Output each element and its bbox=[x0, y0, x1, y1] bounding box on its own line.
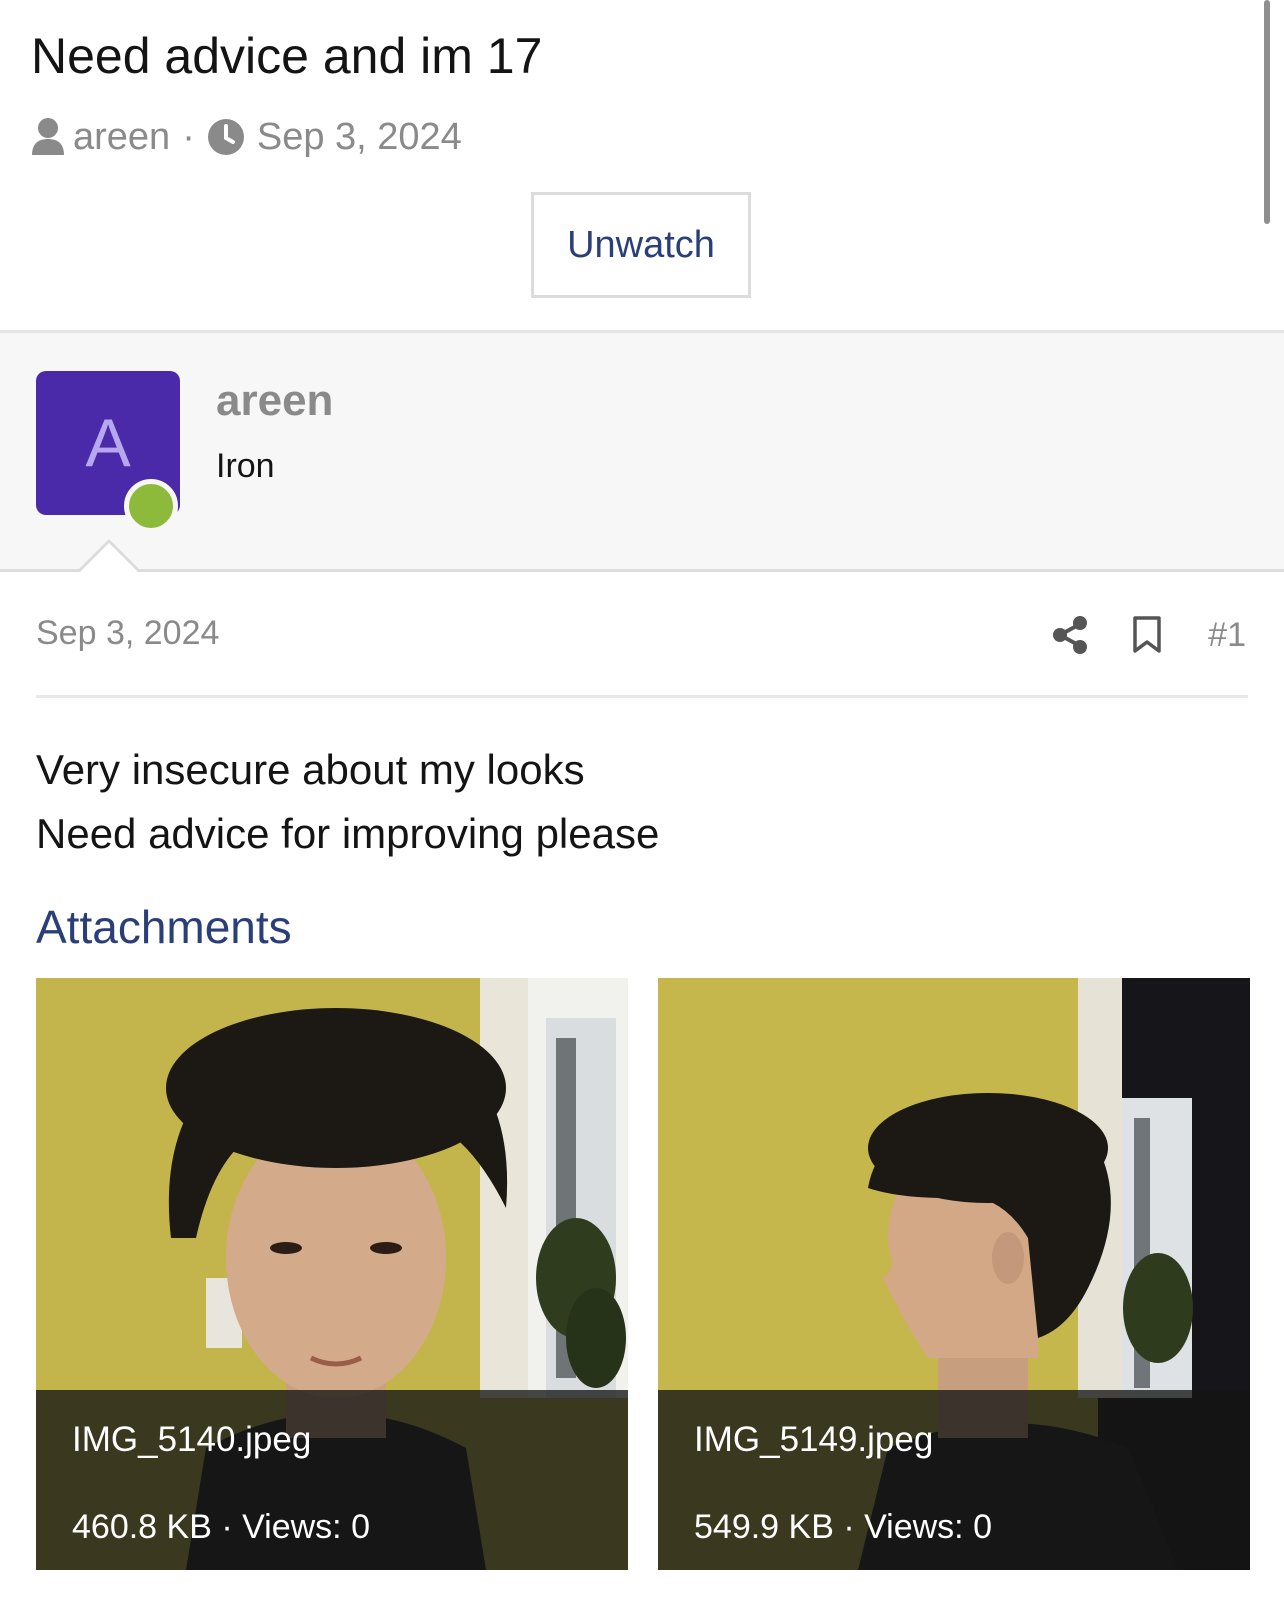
post-divider bbox=[36, 695, 1248, 698]
thread-meta: areen · Sep 3, 2024 bbox=[31, 113, 462, 161]
bookmark-icon[interactable] bbox=[1132, 616, 1162, 654]
post-date-link[interactable]: Sep 3, 2024 bbox=[36, 614, 219, 653]
attachment-meta: 549.9 KB · Views: 0 bbox=[694, 1508, 992, 1546]
scrollbar[interactable] bbox=[1264, 0, 1270, 224]
username-link[interactable]: areen bbox=[216, 376, 333, 426]
post-number-link[interactable]: #1 bbox=[1208, 616, 1246, 655]
attachment-caption: IMG_5140.jpeg 460.8 KB · Views: 0 bbox=[36, 1390, 628, 1570]
meta-separator: · bbox=[182, 115, 195, 158]
clock-icon bbox=[207, 118, 245, 156]
attachment-caption: IMG_5149.jpeg 549.9 KB · Views: 0 bbox=[658, 1390, 1250, 1570]
user-rank: Iron bbox=[216, 447, 275, 485]
post-body: Very insecure about my looks Need advice… bbox=[36, 738, 659, 866]
attachments-heading: Attachments bbox=[36, 901, 292, 953]
user-block-arrow-fill bbox=[79, 543, 139, 573]
attachment-filename[interactable]: IMG_5149.jpeg bbox=[694, 1420, 933, 1460]
unwatch-button[interactable]: Unwatch bbox=[531, 192, 751, 298]
user-icon bbox=[31, 117, 65, 157]
post-actions: #1 bbox=[1052, 610, 1246, 660]
thread-title: Need advice and im 17 bbox=[31, 28, 543, 84]
share-icon[interactable] bbox=[1052, 616, 1088, 654]
thread-date-link[interactable]: Sep 3, 2024 bbox=[257, 116, 462, 159]
thread-header: Need advice and im 17 areen · Sep 3, 202… bbox=[0, 0, 1284, 330]
attachment-filename[interactable]: IMG_5140.jpeg bbox=[72, 1420, 311, 1460]
message-user-block: A areen Iron bbox=[0, 330, 1284, 572]
thread-author-link[interactable]: areen bbox=[73, 116, 170, 159]
attachment-thumbnail[interactable]: IMG_5140.jpeg 460.8 KB · Views: 0 bbox=[36, 978, 628, 1570]
attachment-meta: 460.8 KB · Views: 0 bbox=[72, 1508, 370, 1546]
online-status-indicator bbox=[124, 479, 178, 533]
post-body-line: Need advice for improving please bbox=[36, 810, 660, 857]
post-body-line: Very insecure about my looks bbox=[36, 746, 585, 793]
avatar-letter: A bbox=[85, 405, 131, 481]
attachment-thumbnail[interactable]: IMG_5149.jpeg 549.9 KB · Views: 0 bbox=[658, 978, 1250, 1570]
